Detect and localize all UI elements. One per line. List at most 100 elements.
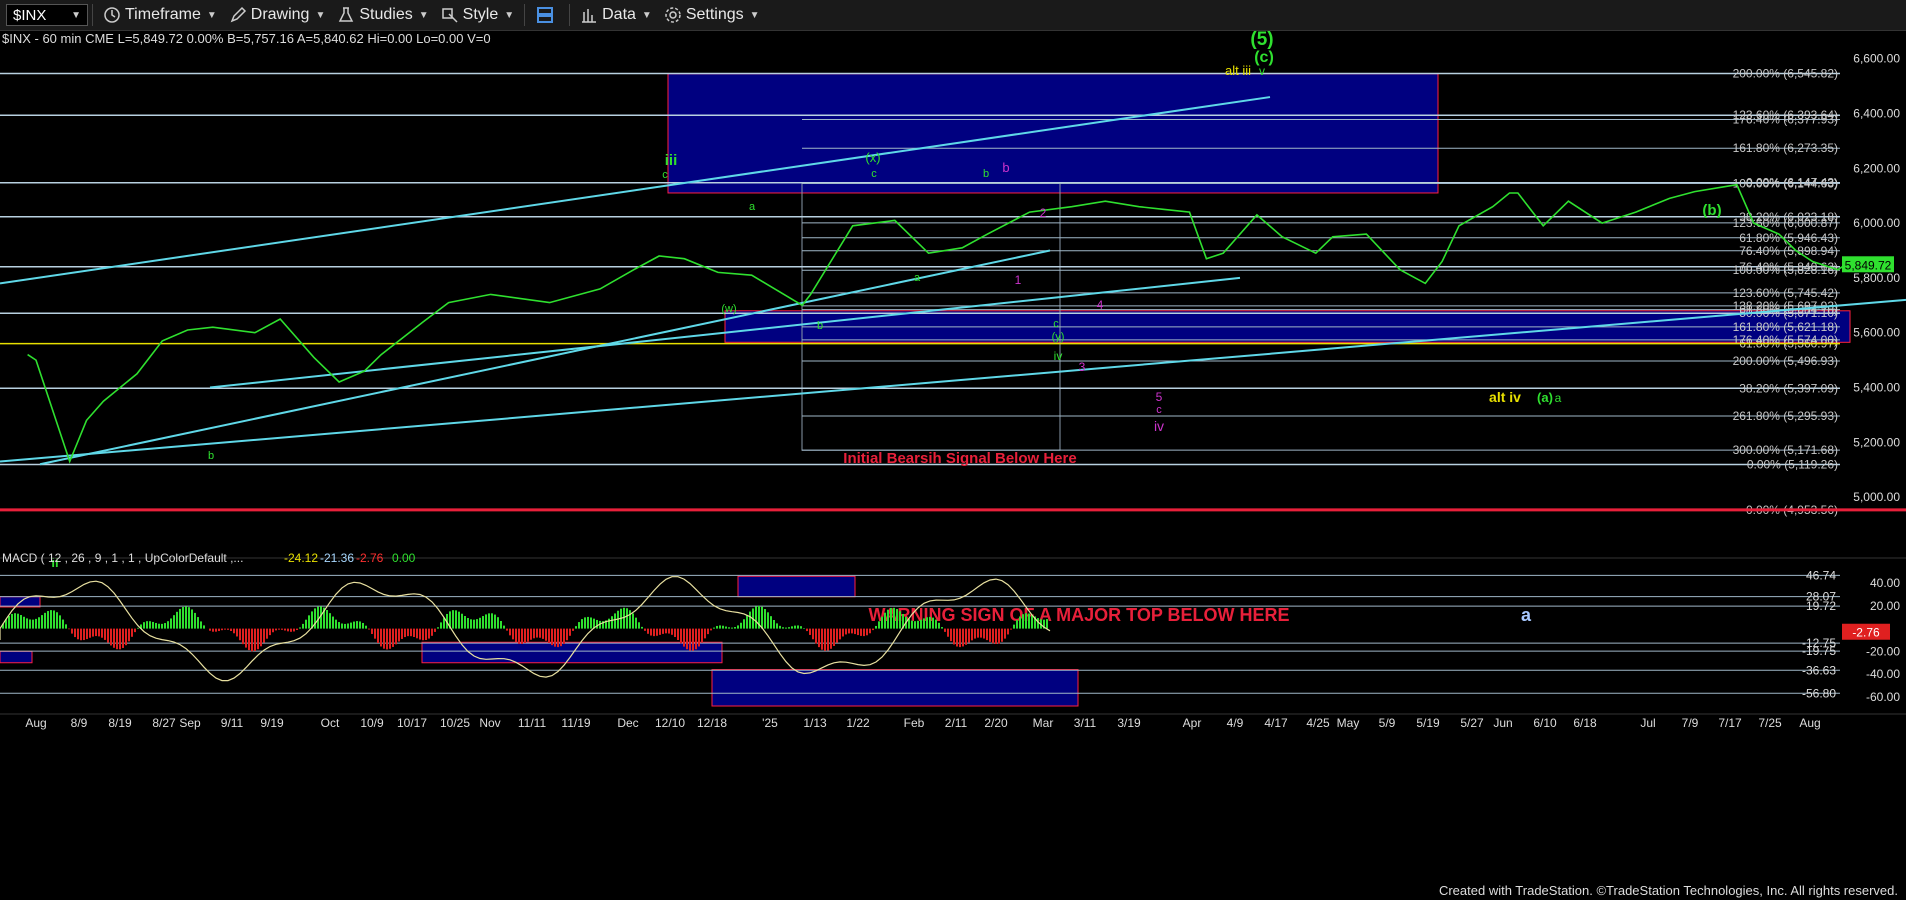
x-axis-tick: 12/10: [655, 716, 685, 730]
price-y-tick: 6,000.00: [1853, 216, 1900, 230]
settings-button[interactable]: Settings ▼: [658, 0, 766, 30]
macd-last-label: -2.76: [1852, 626, 1880, 640]
x-axis-tick: 4/17: [1264, 716, 1288, 730]
x-axis-tick: 2/11: [945, 716, 968, 730]
x-axis-tick: 7/9: [1682, 716, 1699, 730]
gear-icon: [665, 7, 681, 23]
wave-annotation: a: [749, 201, 756, 213]
wave-annotation: c: [662, 169, 668, 181]
chevron-down-icon: ▼: [504, 9, 515, 21]
x-axis-tick: 8/19: [108, 716, 132, 730]
x-axis-tick: Aug: [1799, 716, 1820, 730]
wave-annotation: alt iv: [1489, 389, 1521, 405]
wave-annotation: b: [208, 450, 214, 462]
data-button[interactable]: Data ▼: [574, 0, 658, 30]
studies-label: Studies: [359, 6, 413, 23]
x-axis-tick: 10/9: [360, 716, 384, 730]
wave-annotation: 3: [1079, 360, 1086, 374]
macd-y-tick: 40.00: [1870, 576, 1900, 590]
wave-annotation: iii: [665, 152, 678, 169]
fib-level-label: 176.40% (6,377.93): [1733, 113, 1838, 127]
wave-annotation: Initial Bearsih Signal Below Here: [843, 450, 1076, 467]
macd-readout: 0.00: [392, 551, 416, 565]
wave-annotation: (5): [1250, 31, 1273, 50]
fib-level-label: 123.60% (5,745.42): [1733, 286, 1838, 300]
style-icon: [441, 8, 458, 23]
price-y-tick: 5,400.00: [1853, 381, 1900, 395]
x-axis-tick: 5/9: [1379, 716, 1396, 730]
x-axis-tick: Feb: [904, 716, 925, 730]
wave-annotation: (a): [1537, 390, 1553, 405]
style-button[interactable]: Style ▼: [435, 0, 520, 30]
flask-icon: [339, 7, 354, 22]
x-axis-tick: 10/17: [397, 716, 427, 730]
layout-button[interactable]: [529, 0, 565, 30]
studies-button[interactable]: Studies ▼: [331, 0, 434, 30]
chevron-down-icon: ▼: [418, 9, 429, 21]
wave-annotation: (x): [865, 150, 880, 165]
x-axis-tick: Jun: [1493, 716, 1512, 730]
symbol-header: $INX - 60 min CME L=5,849.72 0.00% B=5,7…: [2, 31, 491, 46]
fib-level-label: 200.00% (6,545.82): [1733, 67, 1838, 81]
drawing-button[interactable]: Drawing ▼: [223, 0, 332, 30]
wave-annotation: 1: [1015, 273, 1022, 287]
macd-readout: -21.36: [320, 551, 354, 565]
macd-level-label: -56.80: [1802, 686, 1836, 700]
fib-level-label: 0.00% (5,119.26): [1747, 457, 1838, 471]
macd-readout: -2.76: [356, 551, 384, 565]
macd-title: MACD ( 12 , 26 , 9 , 1 , 1 , UpColorDefa…: [2, 551, 243, 565]
x-axis-tick: 2/20: [984, 716, 1008, 730]
x-axis-tick: 12/18: [697, 716, 727, 730]
toolbar-divider: [524, 4, 526, 26]
x-axis-tick: 7/17: [1718, 716, 1742, 730]
x-axis-tick: 11/19: [561, 716, 590, 730]
x-axis-tick: 8/9: [71, 716, 88, 730]
x-axis-tick: 3/19: [1117, 716, 1141, 730]
chevron-down-icon: ▼: [315, 9, 326, 21]
chevron-down-icon: ▼: [641, 9, 652, 21]
data-label: Data: [602, 6, 636, 23]
wave-annotation: a: [1555, 391, 1562, 405]
fib-level-label: 300.00% (5,171.68): [1733, 443, 1838, 457]
macd-box: [421, 641, 723, 664]
wave-annotation: (b): [1702, 202, 1721, 219]
x-axis-tick: 4/9: [1227, 716, 1244, 730]
wave-annotation: a: [1521, 605, 1532, 625]
wave-annotation: iv: [1154, 418, 1164, 434]
target-zone-box: [667, 73, 1439, 194]
timeframe-button[interactable]: Timeframe ▼: [97, 0, 223, 30]
x-axis-tick: 9/19: [260, 716, 284, 730]
x-axis-tick: 6/18: [1573, 716, 1597, 730]
x-axis-tick: 5/27: [1460, 716, 1484, 730]
wave-annotation: c: [1156, 404, 1162, 416]
macd-level-label: 19.72: [1806, 599, 1836, 613]
macd-y-tick: 20.00: [1870, 599, 1900, 613]
wave-annotation: b: [1002, 160, 1009, 175]
fib-level-label: 123.60% (6,000.87): [1733, 216, 1838, 230]
chevron-down-icon: ▼: [206, 9, 217, 21]
fib-level-label: 38.20% (5,397.09): [1739, 381, 1838, 395]
toolbar-divider: [569, 4, 571, 26]
wave-annotation: b: [983, 168, 989, 180]
wave-annotation: c: [871, 168, 877, 180]
wave-annotation: b: [817, 320, 823, 332]
symbol-input[interactable]: $INX ▼: [6, 4, 88, 26]
fib-level-label: 161.80% (5,621.18): [1733, 320, 1838, 334]
macd-level-label: 46.74: [1806, 568, 1836, 582]
wave-annotation: 2: [1040, 206, 1047, 220]
wave-annotation: 4: [1097, 298, 1104, 312]
wave-annotation: 5: [1156, 390, 1163, 404]
wave-annotation: WARNING SIGN OF A MAJOR TOP BELOW HERE: [868, 605, 1289, 625]
price-y-tick: 5,600.00: [1853, 326, 1900, 340]
price-y-tick: 6,600.00: [1853, 52, 1900, 66]
macd-level-label: -36.63: [1802, 663, 1836, 677]
x-axis-tick: 1/22: [846, 716, 870, 730]
fib-level-label: 100.00% (6,144.63): [1733, 176, 1838, 190]
wave-annotation: iv: [1054, 349, 1063, 363]
x-axis-tick: 3/11: [1074, 716, 1097, 730]
x-axis-tick: 10/25: [440, 716, 470, 730]
chart-area[interactable]: $INX - 60 min CME L=5,849.72 0.00% B=5,7…: [0, 31, 1906, 900]
x-axis-tick: 7/25: [1758, 716, 1782, 730]
symbol-value: $INX: [13, 6, 47, 24]
price-y-tick: 5,200.00: [1853, 435, 1900, 449]
